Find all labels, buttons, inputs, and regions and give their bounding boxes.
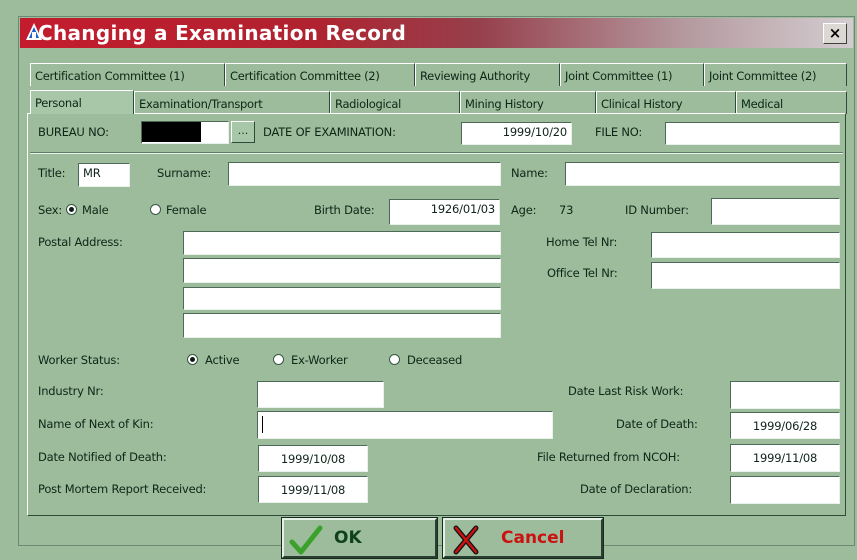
window-title: Changing a Examination Record [38, 21, 407, 45]
postal-address-line-1[interactable] [183, 231, 501, 255]
exam-date-label: DATE OF EXAMINATION: [263, 125, 396, 139]
industry-nr-input[interactable] [257, 381, 384, 408]
next-of-kin-label: Name of Next of Kin: [38, 417, 154, 431]
date-of-death-input[interactable]: 1999/06/28 [730, 412, 840, 439]
worker-ex-worker-radio[interactable] [273, 354, 284, 365]
id-number-label: ID Number: [625, 203, 689, 217]
cancel-label: Cancel [501, 528, 565, 548]
checkmark-icon [289, 525, 323, 555]
next-of-kin-input[interactable] [257, 411, 553, 439]
postal-address-label: Postal Address: [38, 235, 123, 249]
post-mortem-label: Post Mortem Report Received: [38, 482, 207, 496]
tab-certification-committee-2[interactable]: Certification Committee (2) [225, 63, 415, 86]
worker-status-label: Worker Status: [38, 353, 120, 367]
tab-certification-committee-1[interactable]: Certification Committee (1) [30, 63, 225, 86]
id-number-input[interactable] [711, 198, 840, 225]
postal-address-line-2[interactable] [183, 258, 501, 283]
date-of-death-label: Date of Death: [616, 417, 698, 431]
last-risk-work-input[interactable] [730, 381, 840, 409]
bureau-lookup-button[interactable]: ... [231, 121, 255, 143]
last-risk-work-label: Date Last Risk Work: [568, 384, 684, 398]
tab-joint-committee-1[interactable]: Joint Committee (1) [560, 63, 704, 86]
date-of-declaration-input[interactable] [730, 476, 840, 504]
sex-female-radio[interactable] [150, 204, 161, 215]
title-label: Title: [38, 166, 66, 180]
worker-active-radio[interactable] [187, 354, 198, 365]
sex-male-label: Male [82, 203, 109, 217]
tab-medical[interactable]: Medical [736, 91, 847, 114]
sex-label: Sex: [38, 203, 63, 217]
tab-examination-transport[interactable]: Examination/Transport [134, 91, 330, 114]
postal-address-line-4[interactable] [183, 313, 501, 338]
date-of-declaration-label: Date of Declaration: [580, 482, 693, 496]
worker-ex-worker-label: Ex-Worker [291, 353, 348, 367]
x-mark-icon [453, 525, 479, 555]
sex-female-label: Female [166, 203, 207, 217]
surname-input[interactable] [228, 162, 501, 186]
bureau-no-label: BUREAU NO: [38, 125, 109, 139]
birth-date-label: Birth Date: [314, 203, 375, 217]
age-label: Age: [511, 203, 537, 217]
cancel-button[interactable]: Cancel [442, 517, 604, 559]
tab-clinical-history[interactable]: Clinical History [596, 91, 736, 114]
worker-deceased-label: Deceased [407, 353, 463, 367]
header-separator [30, 152, 843, 154]
post-mortem-input[interactable]: 1999/11/08 [258, 476, 368, 503]
industry-nr-label: Industry Nr: [38, 384, 104, 398]
tab-mining-history[interactable]: Mining History [460, 91, 596, 114]
text-cursor [262, 416, 263, 433]
date-notified-label: Date Notified of Death: [38, 450, 167, 464]
ok-label: OK [334, 528, 362, 548]
sex-male-radio[interactable] [66, 204, 77, 215]
home-tel-label: Home Tel Nr: [546, 235, 618, 249]
name-input[interactable] [565, 162, 840, 186]
tab-personal[interactable]: Personal [30, 90, 134, 114]
file-no-input[interactable] [665, 122, 840, 145]
ok-button[interactable]: OK [281, 517, 438, 559]
file-returned-ncoh-label: File Returned from NCOH: [537, 450, 680, 464]
tab-joint-committee-2[interactable]: Joint Committee (2) [704, 63, 847, 86]
worker-active-label: Active [205, 353, 240, 367]
file-returned-ncoh-input[interactable]: 1999/11/08 [730, 444, 840, 472]
worker-deceased-radio[interactable] [389, 354, 400, 365]
home-tel-input[interactable] [651, 232, 840, 258]
name-label: Name: [511, 166, 548, 180]
tab-radiological[interactable]: Radiological [330, 91, 460, 114]
surname-label: Surname: [157, 166, 212, 180]
postal-address-line-3[interactable] [183, 287, 501, 310]
birth-date-input[interactable]: 1926/01/03 [389, 199, 500, 225]
office-tel-label: Office Tel Nr: [547, 266, 618, 280]
date-notified-input[interactable]: 1999/10/08 [258, 445, 368, 472]
exam-date-input[interactable]: 1999/10/20 [461, 122, 572, 145]
close-button[interactable]: × [823, 23, 847, 44]
age-value: 73 [559, 203, 574, 217]
title-input[interactable]: MR [78, 163, 130, 187]
redacted-block [142, 122, 201, 142]
tab-reviewing-authority[interactable]: Reviewing Authority [415, 63, 560, 86]
office-tel-input[interactable] [651, 262, 840, 289]
file-no-label: FILE NO: [595, 125, 643, 139]
